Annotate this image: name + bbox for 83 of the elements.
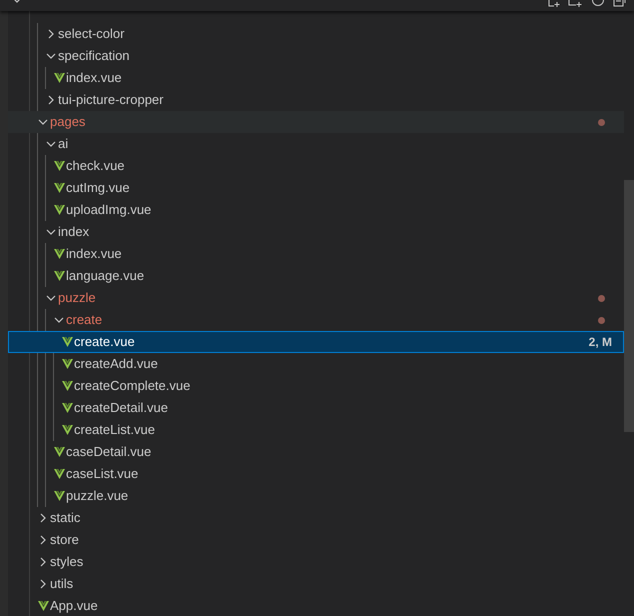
file-name: cutImg.vue — [66, 179, 130, 198]
file-row[interactable]: check.vue — [8, 155, 624, 177]
chevron-right-icon[interactable] — [38, 579, 48, 589]
folder-row[interactable]: ai — [8, 133, 624, 155]
file-name: select-color — [58, 25, 124, 44]
file-row[interactable]: puzzle.vue — [8, 485, 624, 507]
file-name: puzzle.vue — [66, 487, 128, 506]
file-name: check.vue — [66, 157, 125, 176]
file-row[interactable]: cutImg.vue — [8, 177, 624, 199]
file-row[interactable]: createDetail.vue — [8, 397, 624, 419]
chevron-right-icon[interactable] — [38, 513, 48, 523]
chevron-down-icon[interactable] — [46, 139, 56, 149]
folder-row[interactable]: static — [8, 507, 624, 529]
file-row[interactable]: createComplete.vue — [8, 375, 624, 397]
file-name: ai — [58, 135, 68, 154]
chevron-right-icon[interactable] — [38, 535, 48, 545]
vue-icon — [54, 161, 64, 171]
chevron-down-icon[interactable] — [46, 51, 56, 61]
file-name: specification — [58, 47, 130, 66]
chevron-right-icon[interactable] — [46, 29, 56, 39]
file-name: createDetail.vue — [74, 399, 168, 418]
file-name: styles — [50, 553, 84, 572]
scrollbar-thumb[interactable] — [624, 180, 634, 432]
file-name: index.vue — [66, 245, 122, 264]
chevron-down-icon[interactable] — [54, 315, 64, 325]
file-row[interactable]: createAdd.vue — [8, 353, 624, 375]
vue-icon — [38, 601, 48, 611]
folder-row[interactable]: styles — [8, 551, 624, 573]
folder-row[interactable]: create — [8, 309, 624, 331]
file-name: createComplete.vue — [74, 377, 190, 396]
vue-icon — [62, 403, 72, 413]
file-row[interactable]: create.vue 2, M — [8, 331, 624, 353]
file-name: App.vue — [50, 597, 98, 616]
status-label: 2, M — [588, 334, 612, 351]
file-name: createAdd.vue — [74, 355, 158, 374]
file-row[interactable]: createList.vue — [8, 419, 624, 441]
file-name: index — [58, 223, 90, 242]
folder-row[interactable]: select-color — [8, 23, 624, 45]
file-row[interactable]: index.vue — [8, 67, 624, 89]
file-name: static — [50, 509, 80, 528]
folder-row[interactable]: index — [8, 221, 624, 243]
file-name: index.vue — [66, 69, 122, 88]
chevron-down-icon[interactable] — [46, 227, 56, 237]
chevron-down-icon[interactable] — [46, 293, 56, 303]
file-name: language.vue — [66, 267, 144, 286]
file-name: puzzle — [58, 289, 96, 308]
file-name: tui-picture-cropper — [58, 91, 164, 110]
vue-icon — [54, 491, 64, 501]
file-name: utils — [50, 575, 74, 594]
file-name: create.vue — [74, 333, 135, 352]
file-name: store — [50, 531, 79, 550]
vue-icon — [62, 359, 72, 369]
folder-row[interactable]: puzzle — [8, 287, 624, 309]
file-row[interactable]: caseList.vue — [8, 463, 624, 485]
folder-row[interactable]: specification — [8, 45, 624, 67]
file-name: createList.vue — [74, 421, 155, 440]
vue-icon — [54, 271, 64, 281]
file-row[interactable]: language.vue — [8, 265, 624, 287]
folder-row[interactable]: utils — [8, 573, 624, 595]
file-name: uploadImg.vue — [66, 201, 152, 220]
file-name: caseDetail.vue — [66, 443, 152, 462]
folder-row[interactable]: store — [8, 529, 624, 551]
vue-icon — [54, 447, 64, 457]
vue-icon — [62, 381, 72, 391]
vue-icon — [62, 425, 72, 435]
file-name: create — [66, 311, 102, 330]
vue-icon — [54, 469, 64, 479]
vue-icon — [54, 73, 64, 83]
file-name: pages — [50, 113, 86, 132]
vue-icon — [62, 337, 72, 347]
vue-icon — [54, 249, 64, 259]
file-row[interactable]: index.vue — [8, 243, 624, 265]
chevron-right-icon[interactable] — [38, 557, 48, 567]
vue-icon — [54, 205, 64, 215]
chevron-right-icon[interactable] — [46, 95, 56, 105]
vue-icon — [54, 183, 64, 193]
file-row[interactable]: uploadImg.vue — [8, 199, 624, 221]
chevron-down-icon[interactable] — [38, 117, 48, 127]
file-row[interactable]: App.vue — [8, 595, 624, 616]
file-row[interactable]: caseDetail.vue — [8, 441, 624, 463]
folder-row[interactable]: tui-picture-cropper — [8, 89, 624, 111]
file-name: caseList.vue — [66, 465, 138, 484]
folder-row[interactable]: pages — [8, 111, 624, 133]
